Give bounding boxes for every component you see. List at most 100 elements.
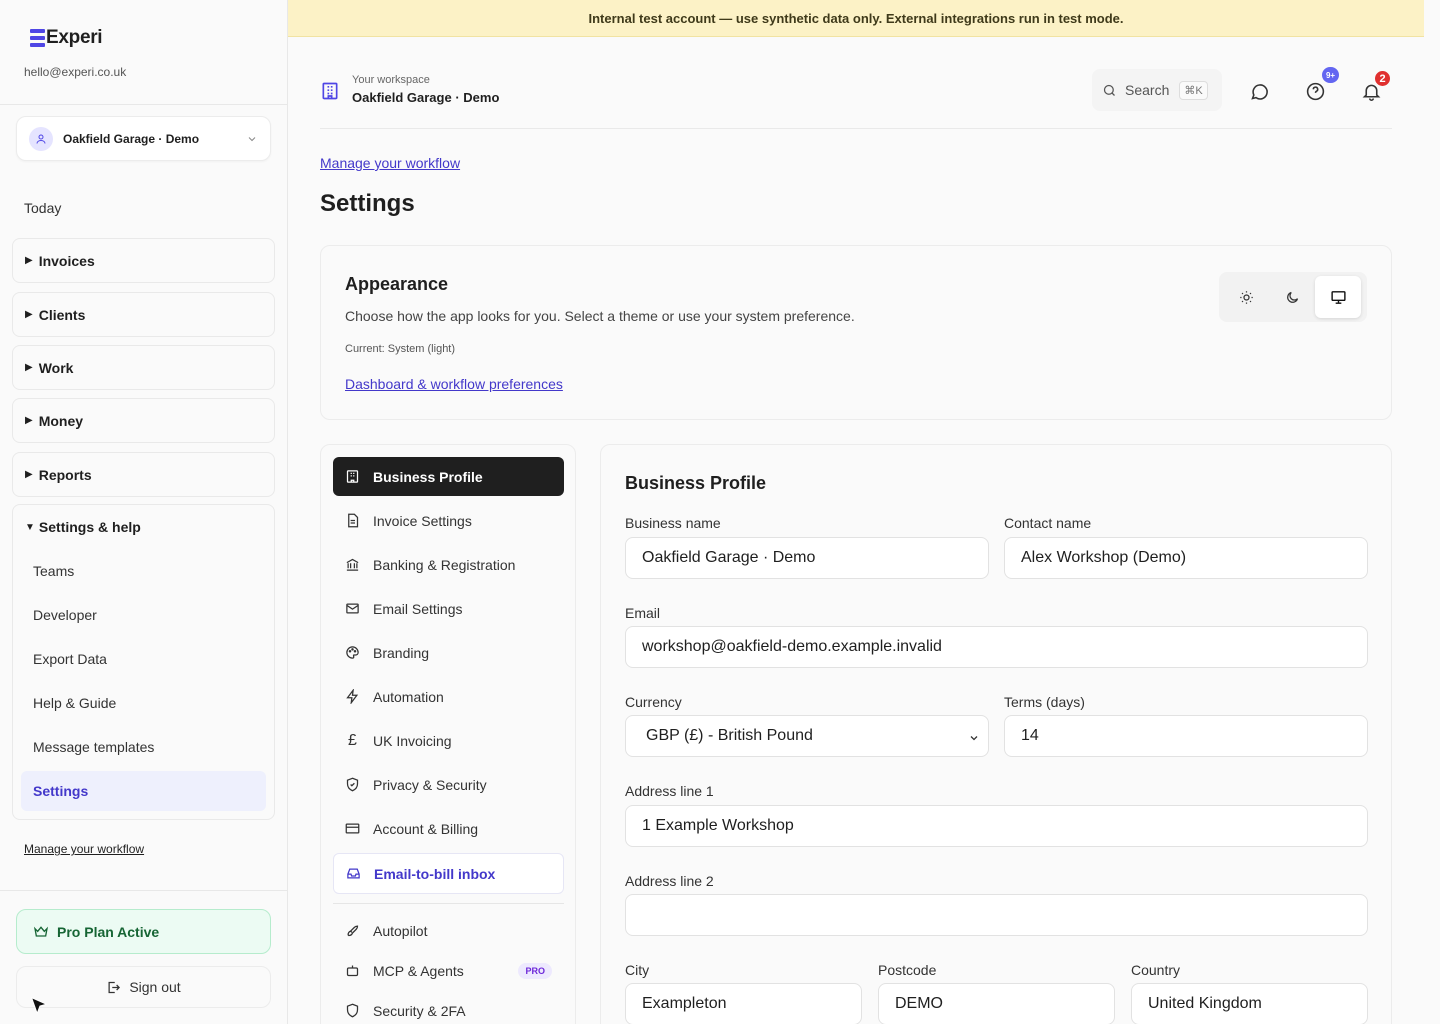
sign-out-button[interactable]: Sign out xyxy=(16,966,271,1008)
settings-nav-mcp-agents[interactable]: MCP & Agents PRO xyxy=(333,951,564,990)
header-divider xyxy=(320,128,1392,129)
postcode-input[interactable]: DEMO xyxy=(878,983,1115,1024)
message-circle-icon xyxy=(1250,83,1268,100)
address2-label: Address line 2 xyxy=(625,873,714,889)
sidebar: Experi hello@experi.co.uk Oakfield Garag… xyxy=(0,0,288,1024)
business-name-input[interactable]: Oakfield Garage · Demo xyxy=(625,537,989,579)
settings-nav-autopilot[interactable]: Autopilot xyxy=(333,911,564,950)
building-icon xyxy=(322,82,338,100)
monitor-icon xyxy=(1330,290,1346,304)
user-icon xyxy=(29,126,53,151)
email-input[interactable]: workshop@oakfield-demo.example.invalid xyxy=(625,626,1368,668)
sidebar-item-developer[interactable]: Developer xyxy=(21,595,266,635)
caret-right-icon: ▶ xyxy=(25,309,33,320)
email-label: Email xyxy=(625,605,661,621)
settings-nav-email-to-bill[interactable]: Email-to-bill inbox xyxy=(333,853,564,894)
logo-icon xyxy=(30,29,45,47)
settings-nav-label: Email Settings xyxy=(373,600,463,617)
search-shortcut: ⌘K xyxy=(1179,80,1208,100)
pro-plan-badge[interactable]: Pro Plan Active xyxy=(16,909,271,954)
bank-icon xyxy=(346,558,359,571)
logout-icon xyxy=(108,981,121,993)
user-email: hello@experi.co.uk xyxy=(24,65,127,79)
city-input[interactable]: Exampleton xyxy=(625,983,862,1024)
nav-group-label: Settings & help xyxy=(38,519,141,535)
nav-group-reports[interactable]: ▶ Reports xyxy=(12,452,275,497)
manage-workflow-link[interactable]: Manage your workflow xyxy=(320,155,460,171)
nav-group-label: Invoices xyxy=(38,252,95,269)
rocket-icon xyxy=(347,925,359,937)
settings-nav-banking[interactable]: Banking & Registration xyxy=(333,545,564,584)
settings-nav-label: Branding xyxy=(373,644,430,661)
nav-group-label: Reports xyxy=(38,466,92,483)
chevron-down-icon xyxy=(970,736,978,741)
sidebar-item-message-templates[interactable]: Message templates xyxy=(21,727,266,767)
theme-light-button[interactable] xyxy=(1223,276,1269,318)
crown-icon xyxy=(33,925,49,937)
nav-group-invoices[interactable]: ▶ Invoices xyxy=(12,238,275,283)
address1-label: Address line 1 xyxy=(625,783,714,799)
mouse-cursor-icon xyxy=(30,996,48,1015)
settings-nav-business-profile[interactable]: Business Profile xyxy=(333,457,564,496)
address2-input[interactable] xyxy=(625,894,1368,936)
chevron-down-icon xyxy=(248,136,256,141)
city-label: City xyxy=(625,962,650,978)
theme-dark-button[interactable] xyxy=(1269,276,1315,318)
caret-down-icon: ▼ xyxy=(25,521,35,533)
currency-select[interactable]: GBP (£) - British Pound xyxy=(625,715,989,757)
sun-icon xyxy=(1239,290,1253,304)
help-circle-icon xyxy=(1306,82,1324,100)
address1-input[interactable]: 1 Example Workshop xyxy=(625,805,1368,847)
sidebar-item-export-data[interactable]: Export Data xyxy=(21,639,266,679)
bot-icon xyxy=(346,965,359,977)
document-icon xyxy=(348,513,359,528)
settings-nav-label: Autopilot xyxy=(373,922,428,939)
app-logo[interactable]: Experi xyxy=(30,27,103,49)
appearance-card: Appearance Choose how the app looks for … xyxy=(320,245,1392,420)
currency-label: Currency xyxy=(625,694,682,710)
building-icon xyxy=(346,470,359,483)
currency-value: GBP (£) - British Pound xyxy=(646,727,813,744)
contact-name-input[interactable]: Alex Workshop (Demo) xyxy=(1004,537,1368,579)
settings-nav-privacy-security[interactable]: Privacy & Security xyxy=(333,765,564,804)
caret-right-icon: ▶ xyxy=(25,469,33,480)
pro-tag: PRO xyxy=(518,962,552,979)
settings-nav-account-billing[interactable]: Account & Billing xyxy=(333,809,564,848)
nav-group-clients[interactable]: ▶ Clients xyxy=(12,292,275,337)
terms-input[interactable]: 14 xyxy=(1004,715,1368,757)
settings-nav-label: Business Profile xyxy=(373,468,483,485)
nav-group-label: Work xyxy=(38,359,74,376)
settings-nav-divider xyxy=(333,903,564,904)
nav-today[interactable]: Today xyxy=(24,200,61,216)
sidebar-item-help-guide[interactable]: Help & Guide xyxy=(21,683,266,723)
workspace-selector[interactable]: Oakfield Garage · Demo xyxy=(16,116,271,161)
logo-text: Experi xyxy=(46,27,103,48)
terms-label: Terms (days) xyxy=(1004,694,1085,710)
settings-nav-invoice-settings[interactable]: Invoice Settings xyxy=(333,501,564,540)
divider xyxy=(0,104,288,105)
dashboard-preferences-link[interactable]: Dashboard & workflow preferences xyxy=(345,376,563,392)
caret-right-icon: ▶ xyxy=(25,362,33,373)
settings-nav-automation[interactable]: Automation xyxy=(333,677,564,716)
settings-nav-label: Invoice Settings xyxy=(373,512,472,529)
nav-group-work[interactable]: ▶ Work xyxy=(12,345,275,390)
theme-system-button[interactable] xyxy=(1315,276,1361,318)
moon-icon xyxy=(1286,291,1298,303)
search-button[interactable]: Search ⌘K xyxy=(1092,69,1222,111)
settings-nav-branding[interactable]: Branding xyxy=(333,633,564,672)
settings-nav-email-settings[interactable]: Email Settings xyxy=(333,589,564,628)
nav-group-money[interactable]: ▶ Money xyxy=(12,398,275,443)
sign-out-label: Sign out xyxy=(129,979,181,995)
settings-help-toggle[interactable]: ▼ Settings & help xyxy=(25,519,141,535)
sidebar-item-teams[interactable]: Teams xyxy=(21,551,266,591)
chat-button[interactable] xyxy=(1243,75,1275,107)
shield-check-icon xyxy=(346,777,359,792)
settings-nav-security-2fa[interactable]: Security & 2FA xyxy=(333,991,564,1024)
country-label: Country xyxy=(1131,962,1181,978)
manage-workflow-link[interactable]: Manage your workflow xyxy=(24,842,144,856)
country-input[interactable]: United Kingdom xyxy=(1131,983,1368,1024)
settings-nav-label: MCP & Agents xyxy=(373,962,464,979)
nav-group-label: Clients xyxy=(38,306,86,323)
sidebar-item-settings[interactable]: Settings xyxy=(21,771,266,811)
settings-nav-uk-invoicing[interactable]: £ UK Invoicing xyxy=(333,721,564,760)
